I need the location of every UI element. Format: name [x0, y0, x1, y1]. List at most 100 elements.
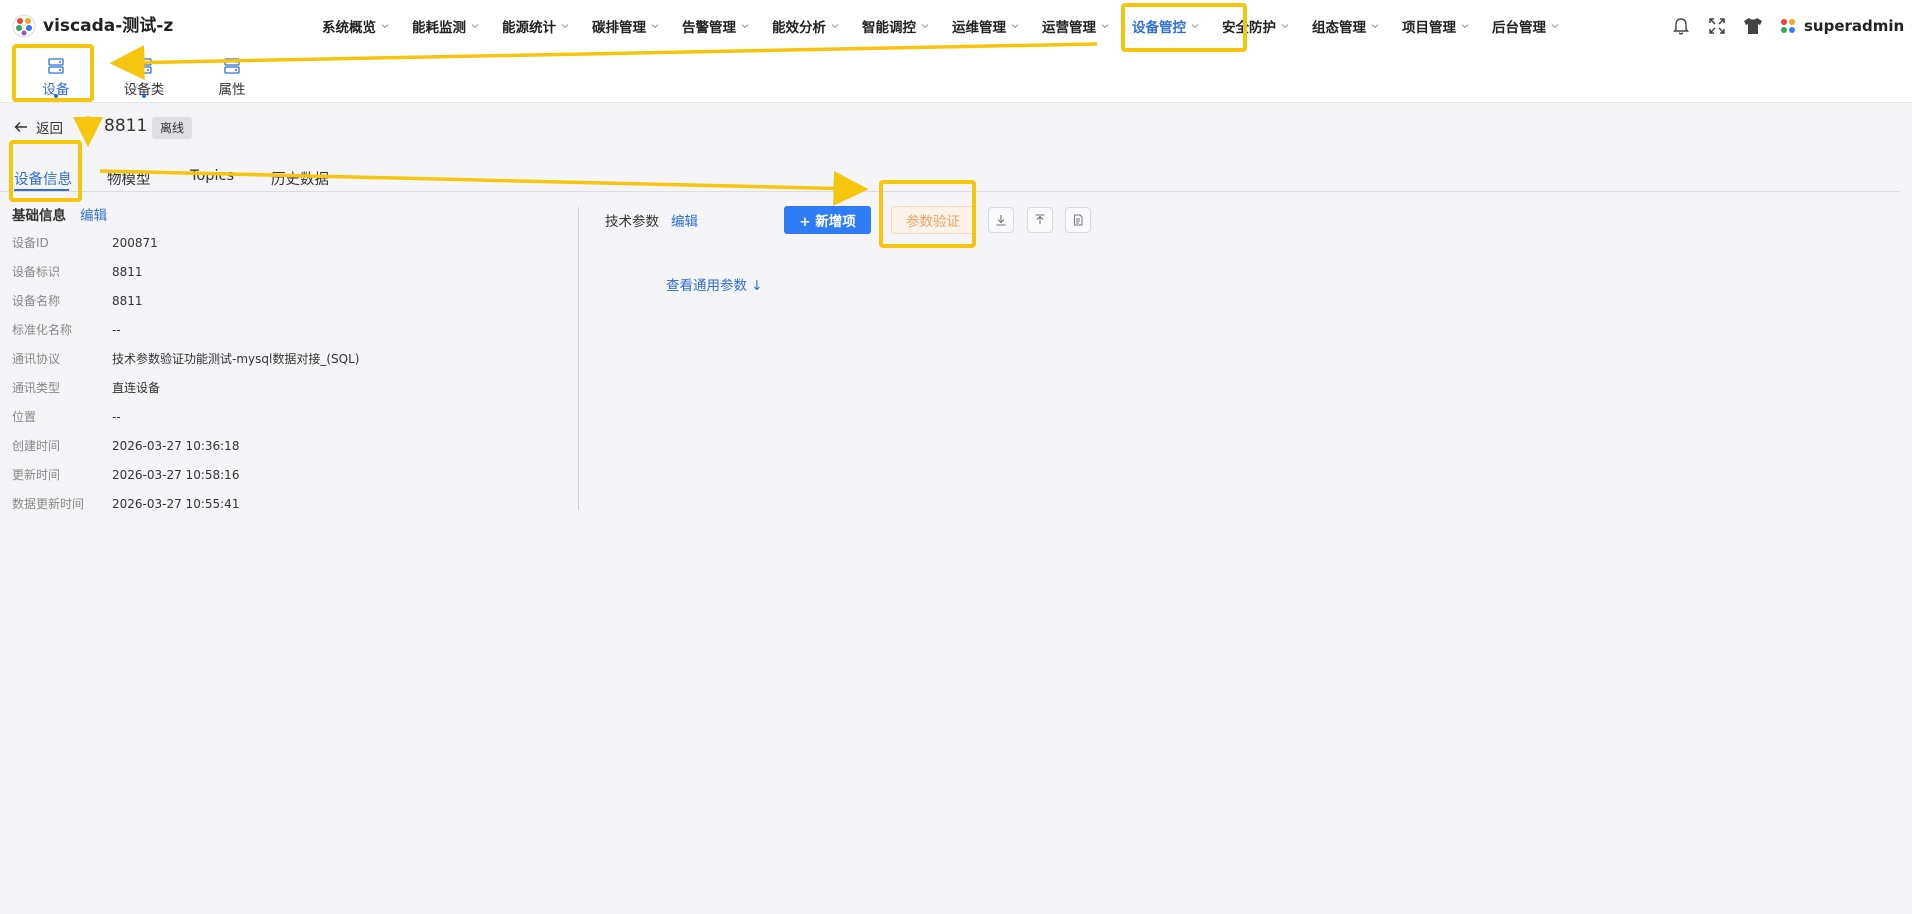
tshirt-icon[interactable] [1742, 15, 1764, 37]
info-label: 设备名称 [12, 294, 61, 308]
view-common-params-link[interactable]: 查看通用参数 ↓ [666, 274, 763, 294]
info-value: 200871 [112, 236, 158, 250]
nav-item-carbon[interactable]: 碳排管理 [592, 14, 660, 38]
nav-label: 运维管理 [952, 20, 1006, 36]
nav-item-configuration[interactable]: 组态管理 [1312, 14, 1380, 38]
nav-item-maintenance[interactable]: 运维管理 [952, 14, 1020, 38]
chevron-down-icon [471, 24, 479, 29]
nav-item-smart-control[interactable]: 智能调控 [862, 14, 930, 38]
upload-icon [1035, 214, 1045, 224]
nav-item-alarm[interactable]: 告警管理 [682, 14, 750, 38]
nav-label: 碳排管理 [592, 20, 646, 36]
basic-info-title: 基础信息 [12, 208, 66, 224]
info-row-device-key: 设备标识 8811 [12, 262, 359, 291]
info-row-updated-at: 更新时间 2026-03-27 10:58:16 [12, 465, 359, 494]
nav-item-energy-monitor[interactable]: 能耗监测 [412, 14, 480, 38]
chevron-down-icon [561, 24, 569, 29]
chevron-down-icon [1281, 24, 1289, 29]
chevron-down-icon [651, 24, 659, 29]
download-button[interactable] [988, 207, 1014, 233]
app-logo-icon [12, 14, 36, 38]
chevron-down-icon [1461, 24, 1469, 29]
nav-item-efficiency[interactable]: 能效分析 [772, 14, 840, 38]
info-row-device-name: 设备名称 8811 [12, 291, 359, 320]
tab-topics[interactable]: Topics [190, 168, 234, 184]
indicator-dot [142, 94, 146, 98]
nav-label: 系统概览 [322, 20, 376, 36]
tech-params-title: 技术参数 [605, 214, 659, 230]
info-label: 数据更新时间 [12, 497, 85, 511]
info-label: 位置 [12, 410, 37, 424]
info-value: -- [112, 323, 121, 337]
info-row-comm-type: 通讯类型 直连设备 [12, 378, 359, 407]
bell-icon[interactable] [1670, 15, 1692, 37]
info-label: 创建时间 [12, 439, 61, 453]
nav-item-backend[interactable]: 后台管理 [1492, 14, 1560, 38]
tab-thing-model[interactable]: 物模型 [107, 168, 151, 189]
info-value: 8811 [112, 294, 143, 308]
nav-item-energy-stats[interactable]: 能源统计 [502, 14, 570, 38]
chevron-down-icon [1371, 24, 1379, 29]
username: superadmin [1804, 17, 1905, 35]
chevron-down-icon [831, 24, 839, 29]
info-row-data-updated-at: 数据更新时间 2026-03-27 10:55:41 [12, 494, 359, 523]
annotation-box-param-verify [879, 180, 976, 248]
basic-info-header: 基础信息 编辑 [12, 204, 107, 224]
document-icon [1074, 214, 1083, 226]
sub-nav: 设备 设备类 属性 [0, 54, 1912, 103]
device-class-icon [136, 58, 152, 74]
annotation-box-device-info [9, 140, 82, 202]
nav-label: 智能调控 [862, 20, 916, 36]
info-value: 直连设备 [112, 381, 161, 395]
user-menu[interactable]: superadmin [1778, 16, 1912, 36]
nav-label: 能效分析 [772, 20, 826, 36]
nav-label: 项目管理 [1402, 20, 1456, 36]
basic-info-edit-link[interactable]: 编辑 [80, 208, 107, 224]
annotation-box-device [12, 44, 94, 102]
nav-label: 能源统计 [502, 20, 556, 36]
basic-info-list: 设备ID 200871 设备标识 8811 设备名称 8811 标准化名称 -- 通讯协… [12, 233, 359, 523]
section-divider [578, 207, 579, 510]
info-row-standard-name: 标准化名称 -- [12, 320, 359, 349]
nav-item-operation[interactable]: 运营管理 [1042, 14, 1110, 38]
add-item-button[interactable]: + 新增项 [784, 206, 871, 234]
nav-item-overview[interactable]: 系统概览 [322, 14, 390, 38]
nav-label: 组态管理 [1312, 20, 1366, 36]
info-label: 设备标识 [12, 265, 61, 279]
info-value: 2026-03-27 10:36:18 [112, 439, 240, 453]
page-header: 返回 [14, 117, 63, 137]
chevron-down-icon [741, 24, 749, 29]
info-label: 通讯协议 [12, 352, 61, 366]
info-label: 设备ID [12, 236, 49, 250]
top-header: viscada-测试-z 系统概览 能耗监测 能源统计 碳排管理 告警管理 能效… [0, 0, 1912, 54]
tab-history-data[interactable]: 历史数据 [271, 168, 329, 189]
info-label: 通讯类型 [12, 381, 61, 395]
fullscreen-icon[interactable] [1706, 15, 1728, 37]
device-name: 8811 [104, 116, 148, 136]
back-label: 返回 [36, 121, 63, 137]
info-label: 标准化名称 [12, 323, 73, 337]
chevron-down-icon [381, 24, 389, 29]
info-value: 2026-03-27 10:58:16 [112, 468, 240, 482]
chevron-down-icon [1101, 24, 1109, 29]
user-avatar-icon [1781, 19, 1795, 33]
header-actions: superadmin [1670, 14, 1912, 38]
tech-params-edit-link[interactable]: 编辑 [671, 210, 698, 230]
arrow-left-icon [14, 122, 27, 132]
document-button[interactable] [1065, 207, 1091, 233]
back-button[interactable]: 返回 [14, 117, 63, 137]
subnav-label: 属性 [218, 82, 246, 98]
subnav-device-class[interactable]: 设备类 [122, 54, 166, 102]
info-row-created-at: 创建时间 2026-03-27 10:36:18 [12, 436, 359, 465]
chevron-down-icon [1551, 24, 1559, 29]
info-value: 技术参数验证功能测试-mysql数据对接_(SQL) [112, 352, 360, 366]
upload-button[interactable] [1027, 207, 1053, 233]
subnav-attribute[interactable]: 属性 [214, 54, 250, 102]
nav-label: 运营管理 [1042, 20, 1096, 36]
info-value: 2026-03-27 10:55:41 [112, 497, 240, 511]
nav-item-project[interactable]: 项目管理 [1402, 14, 1470, 38]
nav-label: 能耗监测 [412, 20, 466, 36]
nav-label: 后台管理 [1492, 20, 1546, 36]
info-row-location: 位置 -- [12, 407, 359, 436]
chevron-down-icon [921, 24, 929, 29]
